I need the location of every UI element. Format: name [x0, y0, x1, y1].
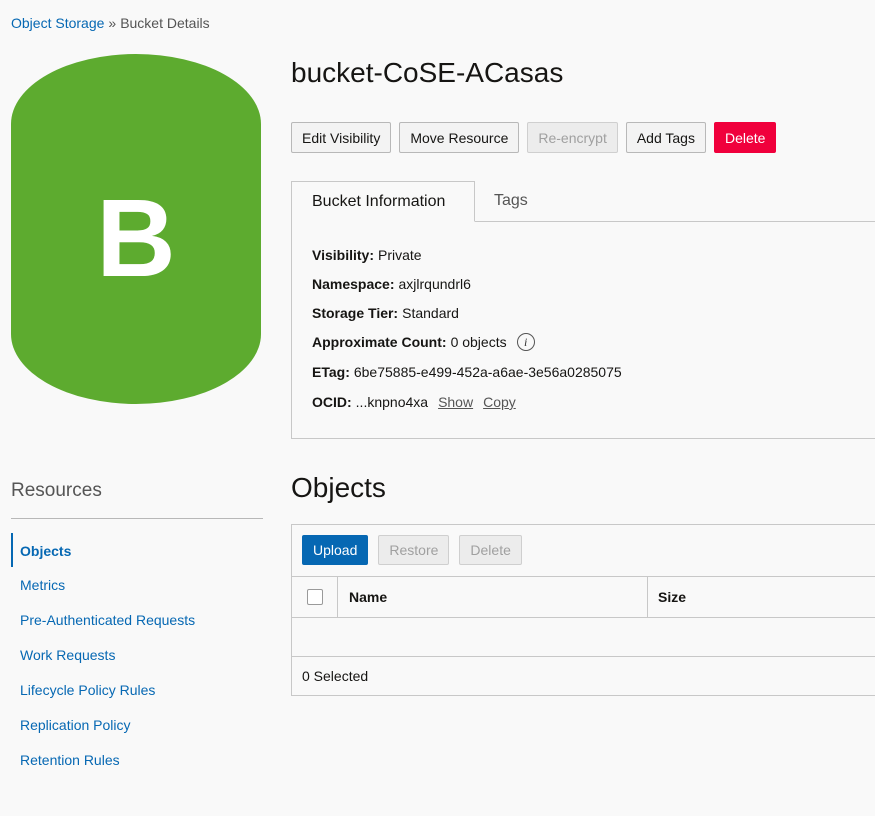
delete-bucket-button[interactable]: Delete	[713, 122, 777, 153]
objects-table-body	[292, 617, 875, 657]
tab-bucket-information[interactable]: Bucket Information	[291, 181, 475, 222]
approximate-count-value: 0 objects	[450, 334, 507, 350]
column-divider	[647, 577, 648, 617]
storage-tier-value: Standard	[402, 305, 459, 321]
edit-visibility-button[interactable]: Edit Visibility	[291, 122, 392, 153]
visibility-row: Visibility: Private	[312, 247, 422, 263]
bucket-icon: B	[11, 54, 261, 404]
visibility-value: Private	[377, 247, 422, 263]
column-divider	[337, 577, 338, 617]
approximate-count-row: Approximate Count: 0 objects i	[312, 333, 535, 351]
storage-tier-label: Storage Tier:	[312, 305, 399, 321]
breadcrumb-object-storage-link[interactable]: Object Storage	[11, 15, 104, 31]
ocid-value: ...knpno4xa	[355, 394, 429, 410]
upload-button[interactable]: Upload	[302, 535, 369, 565]
resources-item-metrics[interactable]: Metrics	[20, 577, 65, 593]
resources-item-lifecycle-policy-rules[interactable]: Lifecycle Policy Rules	[20, 682, 155, 698]
restore-button[interactable]: Restore	[378, 535, 450, 565]
objects-actions: Upload Restore Delete	[302, 535, 522, 565]
page-title: bucket-CoSE-ACasas	[291, 57, 564, 88]
bucket-icon-letter: B	[96, 177, 175, 300]
column-header-name[interactable]: Name	[349, 589, 387, 605]
namespace-value: axjlrqundrl6	[398, 276, 471, 292]
resources-item-replication-policy[interactable]: Replication Policy	[20, 717, 131, 733]
resources-heading: Resources	[11, 480, 102, 501]
etag-row: ETag: 6be75885-e499-452a-a6ae-3e56a028507…	[312, 364, 622, 380]
breadcrumb: Object Storage» Bucket Details	[11, 15, 210, 31]
active-item-indicator	[11, 533, 13, 567]
objects-table-header: Name Size	[292, 576, 875, 618]
resources-divider	[11, 518, 263, 519]
ocid-show-link[interactable]: Show	[438, 394, 473, 410]
resources-item-pre-authenticated-requests[interactable]: Pre-Authenticated Requests	[20, 612, 195, 628]
resources-item-objects[interactable]: Objects	[20, 543, 71, 559]
etag-value: 6be75885-e499-452a-a6ae-3e56a0285075	[353, 364, 622, 380]
select-all-checkbox[interactable]	[307, 589, 323, 605]
namespace-row: Namespace: axjlrqundrl6	[312, 276, 471, 292]
bucket-actions: Edit Visibility Move Resource Re-encrypt…	[291, 122, 777, 153]
ocid-label: OCID:	[312, 394, 352, 410]
bucket-tabs: Bucket Information Tags	[291, 181, 875, 222]
objects-panel: Upload Restore Delete Name Size 0 Select…	[291, 524, 875, 696]
selected-count: 0 Selected	[302, 668, 369, 684]
delete-objects-button[interactable]: Delete	[459, 535, 522, 565]
visibility-label: Visibility:	[312, 247, 374, 263]
move-resource-button[interactable]: Move Resource	[399, 122, 520, 153]
resources-item-work-requests[interactable]: Work Requests	[20, 647, 115, 663]
ocid-copy-link[interactable]: Copy	[483, 394, 516, 410]
objects-heading: Objects	[291, 472, 386, 503]
add-tags-button[interactable]: Add Tags	[625, 122, 706, 153]
info-icon[interactable]: i	[516, 333, 535, 351]
namespace-label: Namespace:	[312, 276, 395, 292]
approximate-count-label: Approximate Count:	[312, 334, 447, 350]
tab-tags[interactable]: Tags	[494, 181, 528, 221]
etag-label: ETag:	[312, 364, 350, 380]
breadcrumb-current: Bucket Details	[120, 15, 210, 31]
storage-tier-row: Storage Tier: Standard	[312, 305, 459, 321]
re-encrypt-button[interactable]: Re-encrypt	[527, 122, 618, 153]
resources-item-retention-rules[interactable]: Retention Rules	[20, 752, 120, 768]
ocid-row: OCID: ...knpno4xa Show Copy	[312, 394, 516, 410]
column-header-size[interactable]: Size	[658, 589, 686, 605]
breadcrumb-separator: »	[108, 15, 117, 31]
bucket-information-panel: Visibility: Private Namespace: axjlrqundrl…	[291, 220, 875, 439]
